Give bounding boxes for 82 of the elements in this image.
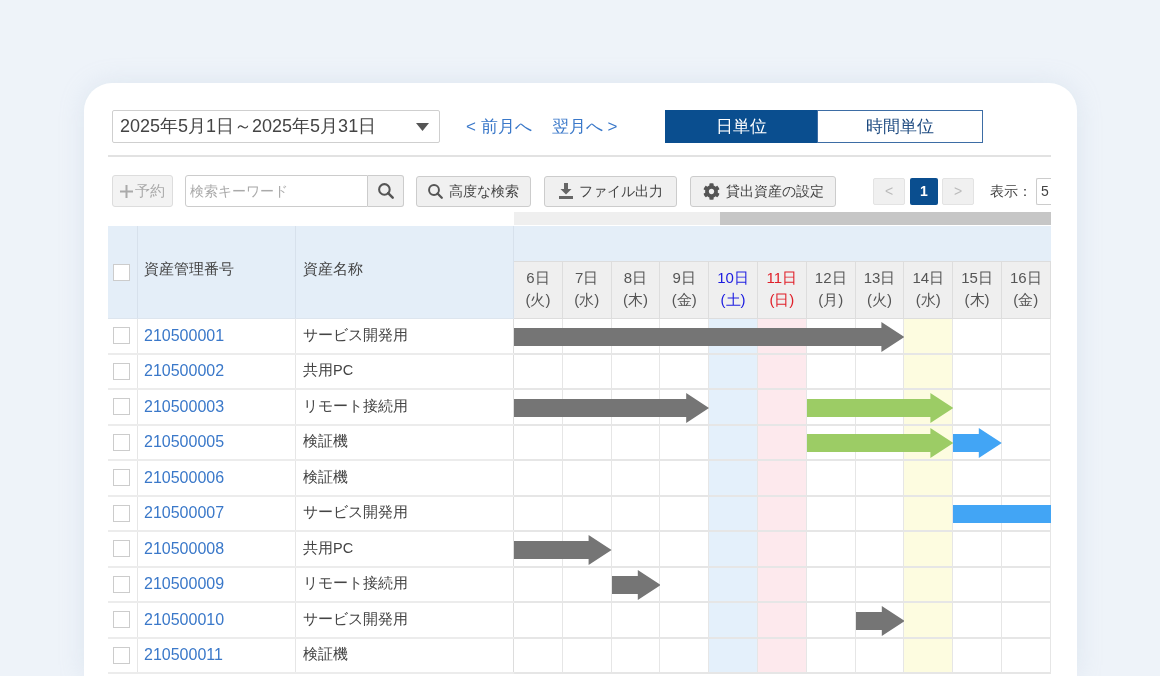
day-label: 10日 — [717, 268, 749, 288]
toolbar-button[interactable]: 高度な検索 — [416, 175, 531, 207]
select-all-checkbox[interactable] — [113, 263, 130, 281]
asset-id-link[interactable]: 210500008 — [144, 536, 225, 561]
weekday-label: (水) — [574, 290, 600, 310]
asset-name: 共用PC — [303, 538, 354, 558]
asset-name: 検証機 — [303, 645, 348, 665]
day-label: 9日 — [672, 268, 696, 288]
booking-arrow[interactable] — [806, 392, 954, 423]
row-checkbox[interactable] — [113, 469, 130, 487]
weekday-label: (火) — [866, 290, 892, 310]
asset-id-link[interactable]: 210500005 — [144, 430, 225, 455]
column-header: 資産管理番号 — [144, 260, 234, 280]
asset-id-link[interactable]: 210500010 — [144, 607, 225, 632]
search-icon — [428, 183, 443, 199]
asset-name: リモート接続用 — [303, 396, 408, 416]
caret-icon — [416, 122, 429, 131]
booking-arrow[interactable] — [514, 534, 612, 565]
row-checkbox[interactable] — [113, 362, 130, 380]
weekday-label: (火) — [525, 290, 551, 310]
view-tab[interactable]: 日単位 — [665, 110, 818, 143]
asset-id-link[interactable]: 210500007 — [144, 501, 225, 526]
weekday-label: (木) — [623, 290, 648, 310]
day-label: 12日 — [814, 268, 847, 288]
per-page-label: 表示： — [990, 181, 1032, 201]
row-checkbox[interactable] — [113, 327, 130, 345]
weekday-label: (土) — [720, 290, 746, 310]
weekday-label: (木) — [964, 290, 990, 310]
asset-id-link[interactable]: 210500011 — [144, 643, 223, 668]
view-tab[interactable]: 時間単位 — [817, 110, 984, 143]
booking-arrow[interactable] — [514, 392, 710, 423]
asset-name: サービス開発用 — [303, 609, 408, 629]
asset-name: 検証機 — [303, 467, 348, 487]
booking-arrow[interactable] — [514, 321, 905, 352]
row-checkbox[interactable] — [113, 504, 130, 522]
weekday-label: (金) — [671, 290, 697, 310]
scrollbar[interactable] — [514, 212, 1051, 225]
asset-name: 検証機 — [303, 432, 348, 452]
asset-name: リモート接続用 — [303, 574, 408, 594]
gear-icon — [702, 182, 720, 200]
weekday-label: (金) — [1013, 290, 1039, 310]
asset-name: サービス開発用 — [303, 503, 408, 523]
asset-id-link[interactable]: 210500002 — [144, 359, 225, 384]
weekday-label: (月) — [818, 290, 844, 310]
toolbar-button[interactable]: 貸出資産の設定 — [690, 175, 836, 207]
asset-id-link[interactable]: 210500006 — [144, 465, 225, 490]
download-icon — [558, 183, 573, 199]
scrollbar-thumb[interactable] — [720, 212, 1051, 225]
plus-icon — [120, 184, 133, 198]
search-button[interactable] — [368, 175, 404, 207]
day-label: 8日 — [623, 268, 648, 288]
asset-name: サービス開発用 — [303, 325, 408, 345]
per-page-select[interactable]: 5 — [1036, 177, 1051, 205]
asset-id-link[interactable]: 210500003 — [144, 394, 225, 419]
booking-bar[interactable] — [953, 505, 1051, 524]
asset-id-link[interactable]: 210500001 — [144, 323, 225, 348]
column-header: 資産名称 — [303, 260, 363, 280]
day-label: 15日 — [961, 268, 993, 288]
next-month-link[interactable]: 翌月へ > — [551, 113, 618, 140]
row-checkbox[interactable] — [113, 433, 130, 451]
row-checkbox[interactable] — [113, 398, 130, 416]
search-icon — [377, 183, 394, 199]
day-label: 14日 — [912, 268, 945, 288]
row-checkbox[interactable] — [113, 611, 130, 629]
weekday-label: (水) — [915, 290, 941, 310]
row-checkbox[interactable] — [113, 646, 130, 664]
day-label: 7日 — [575, 268, 599, 288]
day-label: 6日 — [526, 268, 550, 288]
previous-month-link[interactable]: < 前月へ — [466, 113, 532, 140]
booking-arrow[interactable] — [806, 428, 954, 459]
weekday-label: (日) — [769, 290, 795, 310]
asset-name: 共用PC — [303, 361, 354, 381]
row-checkbox[interactable] — [113, 575, 130, 593]
date-range-select[interactable]: 2025年5月1日～2025年5月31日 — [112, 110, 440, 143]
row-checkbox[interactable] — [113, 540, 130, 558]
page-button[interactable]: 1 — [910, 177, 938, 205]
toolbar-button[interactable]: ファイル出力 — [544, 175, 677, 207]
asset-id-link[interactable]: 210500009 — [144, 572, 225, 597]
day-label: 16日 — [1010, 268, 1042, 288]
search-field[interactable]: 検索キーワード — [185, 175, 368, 207]
day-label: 13日 — [863, 268, 896, 288]
day-label: 11日 — [766, 268, 798, 288]
